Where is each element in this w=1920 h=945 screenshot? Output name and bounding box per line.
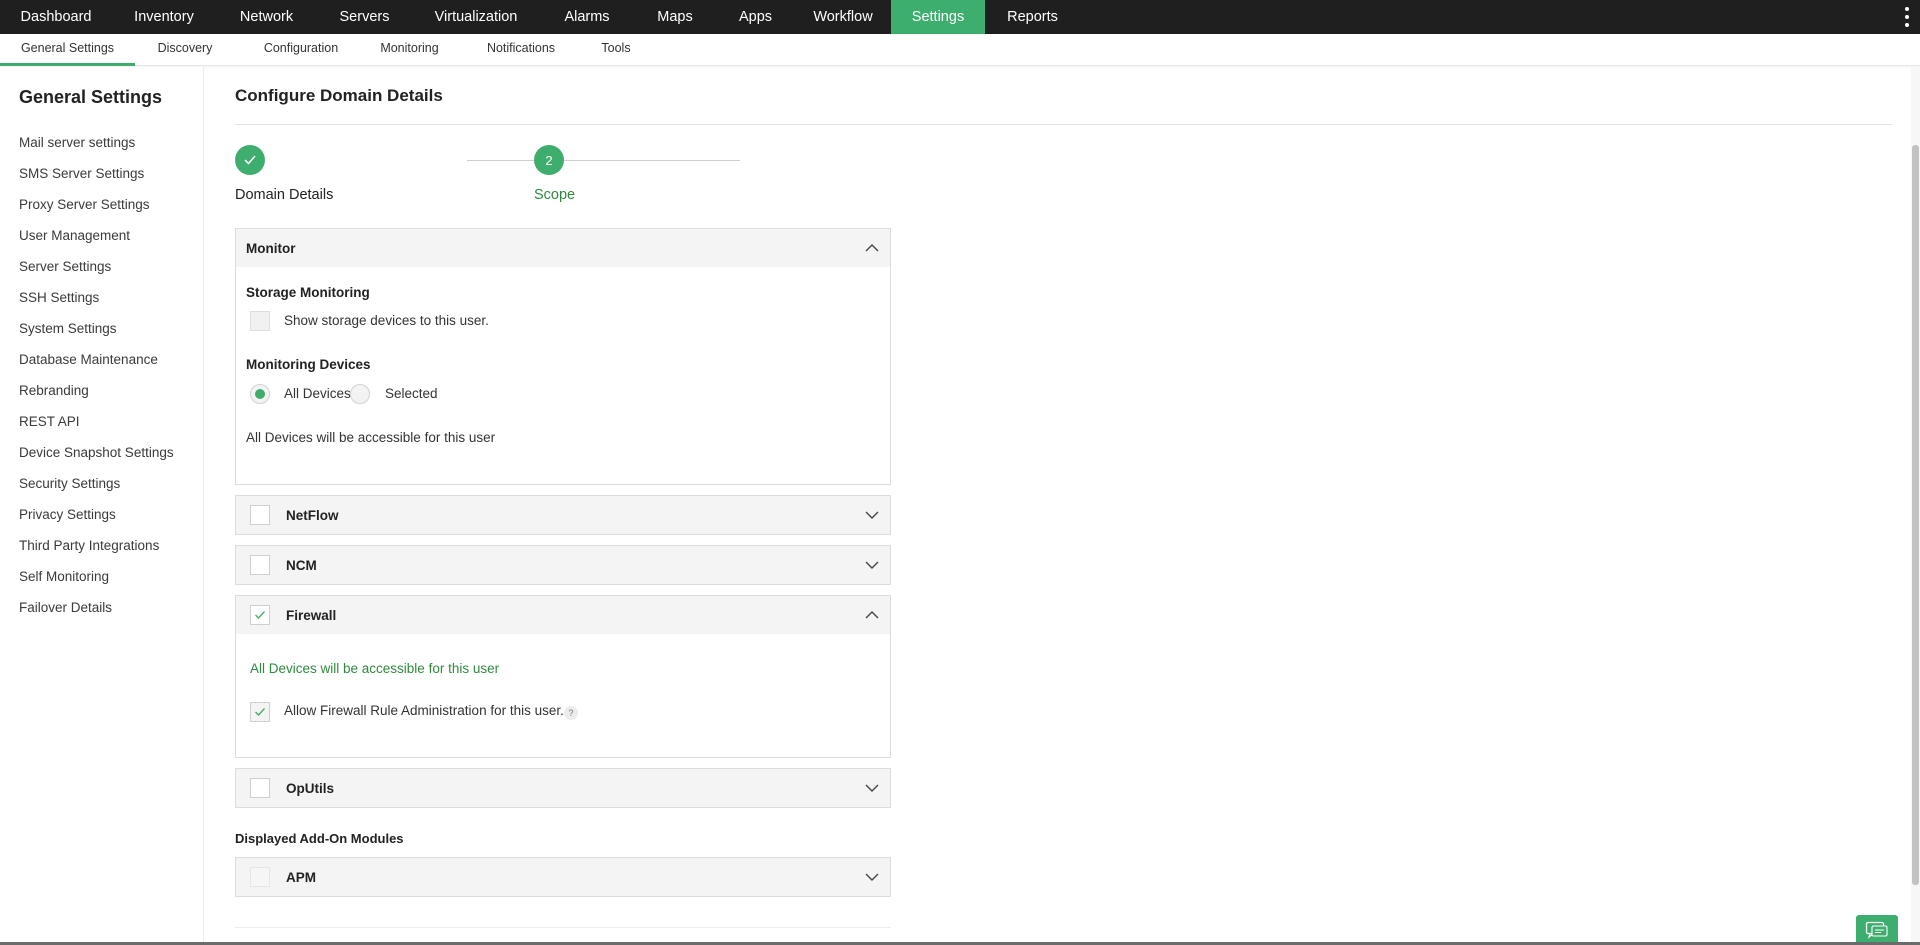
subnav-notifications[interactable]: Notifications bbox=[482, 34, 560, 66]
nav-alarms[interactable]: Alarms bbox=[540, 0, 634, 34]
content-divider bbox=[235, 927, 891, 928]
sidebar-item-proxy-server[interactable]: Proxy Server Settings bbox=[19, 197, 150, 212]
firewall-checkbox[interactable] bbox=[250, 605, 270, 625]
firewall-rule-admin-label: Allow Firewall Rule Administration for t… bbox=[284, 703, 564, 718]
sidebar-item-security-settings[interactable]: Security Settings bbox=[19, 476, 120, 491]
nav-reports[interactable]: Reports bbox=[985, 0, 1080, 34]
nav-apps[interactable]: Apps bbox=[716, 0, 795, 34]
subnav-monitoring[interactable]: Monitoring bbox=[373, 34, 446, 66]
settings-sub-nav: General Settings Discovery Configuration… bbox=[0, 34, 1920, 66]
help-icon[interactable]: ? bbox=[564, 706, 578, 720]
nav-servers[interactable]: Servers bbox=[317, 0, 412, 34]
storage-devices-label: Show storage devices to this user. bbox=[284, 313, 489, 328]
checkmark-icon bbox=[255, 611, 265, 619]
firewall-panel-header[interactable]: Firewall bbox=[236, 596, 890, 634]
apm-panel-title: APM bbox=[286, 869, 316, 885]
ncm-panel-title: NCM bbox=[286, 557, 317, 573]
chevron-down-icon[interactable] bbox=[864, 558, 880, 572]
sidebar-item-self-monitoring[interactable]: Self Monitoring bbox=[19, 569, 109, 584]
sidebar-item-server-settings[interactable]: Server Settings bbox=[19, 259, 111, 274]
oputils-panel-header[interactable]: OpUtils bbox=[236, 769, 890, 807]
addon-modules-heading: Displayed Add-On Modules bbox=[235, 831, 404, 846]
all-devices-radio[interactable] bbox=[250, 384, 270, 404]
ncm-panel-header[interactable]: NCM bbox=[236, 546, 890, 584]
monitor-panel: Monitor Storage Monitoring Show storage … bbox=[235, 228, 891, 485]
sidebar-item-user-management[interactable]: User Management bbox=[19, 228, 130, 243]
stepper-connector bbox=[467, 160, 740, 161]
chevron-up-icon[interactable] bbox=[864, 241, 880, 255]
apm-panel: APM bbox=[235, 857, 891, 897]
checkmark-icon bbox=[255, 708, 265, 716]
top-nav-bar: Dashboard Inventory Network Servers Virt… bbox=[0, 0, 1920, 34]
sidebar-title: General Settings bbox=[19, 87, 163, 107]
sidebar-item-mail-server[interactable]: Mail server settings bbox=[19, 135, 135, 150]
kebab-menu-icon[interactable] bbox=[1904, 7, 1910, 27]
nav-workflow[interactable]: Workflow bbox=[795, 0, 891, 34]
sidebar-item-database-maintenance[interactable]: Database Maintenance bbox=[19, 352, 158, 367]
selected-devices-label: Selected bbox=[385, 386, 438, 401]
step-1-label: Domain Details bbox=[235, 187, 334, 203]
chevron-down-icon[interactable] bbox=[864, 508, 880, 522]
monitor-access-note: All Devices will be accessible for this … bbox=[246, 430, 496, 445]
sidebar-item-rebranding[interactable]: Rebranding bbox=[19, 383, 89, 398]
nav-virtualization[interactable]: Virtualization bbox=[412, 0, 540, 34]
oputils-panel-title: OpUtils bbox=[286, 780, 335, 796]
sidebar: General Settings Mail server settings SM… bbox=[0, 67, 204, 945]
selected-devices-radio[interactable] bbox=[350, 384, 370, 404]
chevron-up-icon[interactable] bbox=[864, 608, 880, 622]
firewall-access-note: All Devices will be accessible for this … bbox=[250, 661, 500, 676]
subnav-configuration[interactable]: Configuration bbox=[253, 34, 349, 66]
sidebar-item-sms-server[interactable]: SMS Server Settings bbox=[19, 166, 144, 181]
nav-dashboard[interactable]: Dashboard bbox=[0, 0, 112, 34]
ncm-panel: NCM bbox=[235, 545, 891, 585]
firewall-panel-title: Firewall bbox=[286, 607, 337, 623]
storage-monitoring-heading: Storage Monitoring bbox=[246, 285, 370, 300]
sidebar-item-privacy-settings[interactable]: Privacy Settings bbox=[19, 507, 116, 522]
step-2-number[interactable]: 2 bbox=[534, 145, 564, 175]
ncm-checkbox[interactable] bbox=[250, 555, 270, 575]
title-divider bbox=[235, 124, 1892, 125]
sidebar-item-rest-api[interactable]: REST API bbox=[19, 414, 80, 429]
oputils-checkbox[interactable] bbox=[250, 778, 270, 798]
storage-devices-checkbox[interactable] bbox=[250, 311, 270, 331]
nav-maps[interactable]: Maps bbox=[634, 0, 716, 34]
sidebar-item-third-party-integrations[interactable]: Third Party Integrations bbox=[19, 538, 159, 553]
chat-icon[interactable] bbox=[1856, 915, 1898, 945]
all-devices-label: All Devices bbox=[284, 386, 351, 401]
nav-network[interactable]: Network bbox=[216, 0, 317, 34]
step-2-label: Scope bbox=[534, 187, 576, 203]
sidebar-item-system-settings[interactable]: System Settings bbox=[19, 321, 117, 336]
firewall-panel: Firewall All Devices will be accessible … bbox=[235, 595, 891, 758]
monitor-panel-title: Monitor bbox=[246, 240, 296, 256]
netflow-panel: NetFlow bbox=[235, 495, 891, 535]
oputils-panel: OpUtils bbox=[235, 768, 891, 808]
subnav-tools[interactable]: Tools bbox=[596, 34, 636, 66]
netflow-checkbox[interactable] bbox=[250, 505, 270, 525]
main-content: Configure Domain Details 2 Domain Detail… bbox=[205, 67, 1910, 945]
apm-panel-header[interactable]: APM bbox=[236, 858, 890, 896]
monitoring-devices-heading: Monitoring Devices bbox=[246, 357, 371, 372]
sidebar-item-failover-details[interactable]: Failover Details bbox=[19, 600, 112, 615]
chevron-down-icon[interactable] bbox=[864, 781, 880, 795]
subnav-discovery[interactable]: Discovery bbox=[149, 34, 221, 66]
sidebar-item-ssh-settings[interactable]: SSH Settings bbox=[19, 290, 99, 305]
step-1-check-icon[interactable] bbox=[235, 145, 265, 175]
scrollbar-thumb[interactable] bbox=[1912, 145, 1919, 885]
sidebar-item-device-snapshot[interactable]: Device Snapshot Settings bbox=[19, 445, 174, 460]
chevron-down-icon[interactable] bbox=[864, 870, 880, 884]
netflow-panel-header[interactable]: NetFlow bbox=[236, 496, 890, 534]
apm-checkbox[interactable] bbox=[250, 867, 270, 887]
nav-inventory[interactable]: Inventory bbox=[112, 0, 216, 34]
nav-settings[interactable]: Settings bbox=[891, 0, 985, 34]
subnav-general-settings[interactable]: General Settings bbox=[0, 34, 135, 66]
monitor-panel-header[interactable]: Monitor bbox=[236, 229, 890, 267]
firewall-rule-admin-checkbox[interactable] bbox=[250, 702, 270, 722]
page-title: Configure Domain Details bbox=[235, 86, 443, 105]
netflow-panel-title: NetFlow bbox=[286, 507, 339, 523]
